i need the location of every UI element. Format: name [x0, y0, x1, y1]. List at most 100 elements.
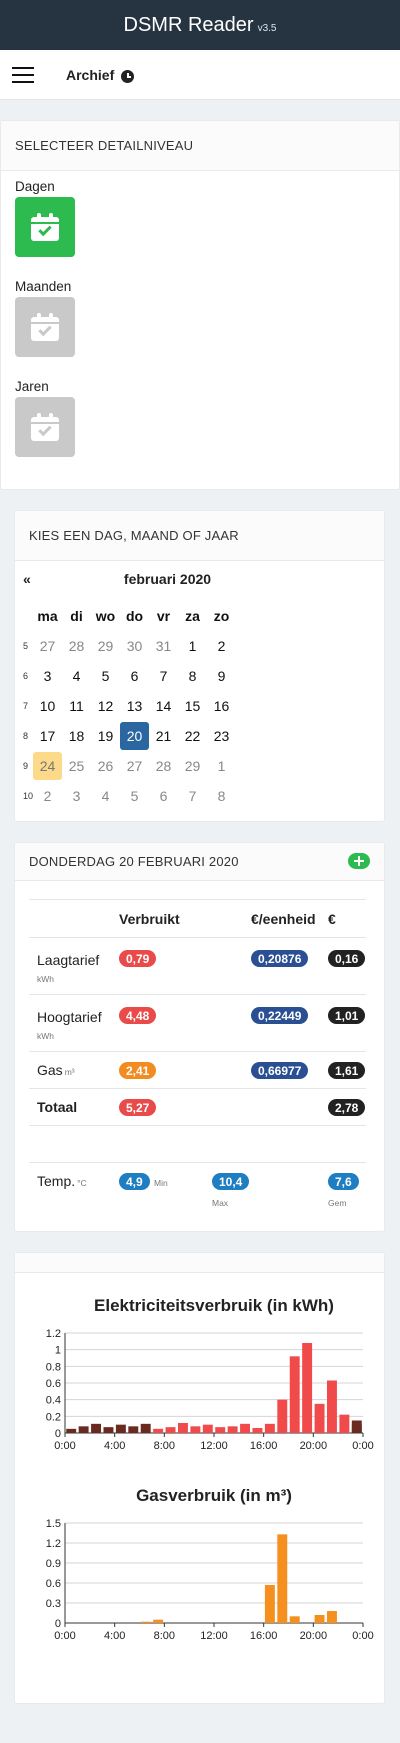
calendar-day[interactable]: 17 — [33, 722, 62, 750]
calendar-day[interactable]: 6 — [120, 662, 149, 690]
x-tick-label: 0:00 — [352, 1630, 373, 1642]
calendar-day[interactable]: 16 — [207, 692, 236, 720]
week-number: 9 — [23, 761, 29, 771]
cost-badge: 2,78 — [328, 1099, 366, 1116]
calendar-day[interactable]: 1 — [178, 632, 207, 660]
calendar-day[interactable]: 2 — [33, 782, 62, 810]
level-days-button[interactable] — [15, 197, 75, 257]
calendar-week: 7 10 11 12 13 14 15 16 — [15, 691, 236, 721]
app-title-text: DSMR Reader — [123, 13, 254, 36]
calendar-day[interactable]: 30 — [120, 632, 149, 660]
y-tick-label: 1 — [55, 1345, 61, 1357]
x-tick-label: 4:00 — [104, 1440, 125, 1452]
calendar-day[interactable]: 3 — [62, 782, 91, 810]
level-years-button[interactable] — [15, 397, 75, 457]
calendar-grid: ma di wo do vr za zo 5 27 28 29 30 31 1 … — [15, 601, 236, 811]
chart-bar — [314, 1403, 325, 1433]
day-summary-header: DONDERDAG 20 FEBRUARI 2020 — [15, 843, 384, 881]
calendar-day[interactable]: 4 — [62, 662, 91, 690]
calendar-day[interactable]: 18 — [62, 722, 91, 750]
row-label: Laagtarief — [37, 952, 100, 968]
calendar-day[interactable]: 14 — [149, 692, 178, 720]
calendar-day[interactable]: 10 — [33, 692, 62, 720]
spacer-row — [29, 1125, 366, 1162]
calendar-day[interactable]: 1 — [207, 752, 236, 780]
usage-table: Verbruikt €/eenheid € Laagtarief kWh 0,7… — [29, 899, 366, 1222]
chart-bar — [91, 1423, 102, 1433]
chart-bar — [153, 1428, 164, 1433]
add-icon[interactable] — [348, 853, 370, 869]
chart-bar — [202, 1424, 213, 1433]
chart-bar — [165, 1427, 176, 1433]
week-number: 6 — [23, 671, 29, 681]
y-tick-label: 0 — [55, 1428, 61, 1440]
calendar-day[interactable]: 6 — [149, 782, 178, 810]
calendar-day[interactable]: 28 — [149, 752, 178, 780]
calendar-day[interactable]: 22 — [178, 722, 207, 750]
x-tick-label: 12:00 — [200, 1630, 228, 1642]
y-tick-label: 1.5 — [46, 1518, 61, 1530]
price-badge: 0,22449 — [251, 1007, 309, 1024]
app-header: DSMR Reader v3.5 — [0, 0, 400, 50]
calendar-day[interactable]: 29 — [178, 752, 207, 780]
calendar-month: februari 2020 — [123, 571, 212, 587]
y-tick-label: 0.4 — [46, 1395, 61, 1407]
price-badge: 0,20876 — [251, 950, 309, 967]
level-label-years: Jaren — [15, 379, 49, 394]
price-badge: 0,66977 — [251, 1062, 309, 1079]
calendar-day[interactable]: 7 — [178, 782, 207, 810]
calendar-day[interactable]: 9 — [207, 662, 236, 690]
calendar-day[interactable]: 7 — [149, 662, 178, 690]
calendar-day[interactable]: 26 — [91, 752, 120, 780]
row-unit: °C — [77, 1178, 87, 1188]
app-title: DSMR Reader v3.5 — [124, 14, 277, 37]
x-tick-label: 20:00 — [300, 1440, 328, 1452]
level-months-button[interactable] — [15, 297, 75, 357]
calendar-day[interactable]: 8 — [207, 782, 236, 810]
calendar-day[interactable]: 5 — [91, 662, 120, 690]
calendar-day[interactable]: 23 — [207, 722, 236, 750]
chart-bar — [339, 1414, 350, 1433]
chart-bar — [128, 1426, 139, 1433]
temp-min-badge: 4,9 — [119, 1173, 150, 1190]
temperature-row: Temp. °C 4,9 Min 10,4 Max 7,6 Gem — [29, 1162, 366, 1222]
calendar-day[interactable]: 4 — [91, 782, 120, 810]
week-number: 8 — [23, 731, 29, 741]
x-tick-label: 16:00 — [250, 1440, 278, 1452]
calendar-day-today[interactable]: 24 — [33, 752, 62, 780]
calendar-day[interactable]: 13 — [120, 692, 149, 720]
weekday: ma — [37, 608, 58, 624]
calendar-day[interactable]: 19 — [91, 722, 120, 750]
chart-bar — [277, 1534, 288, 1623]
calendar-card: KIES EEN DAG, MAAND OF JAAR « februari 2… — [14, 510, 385, 822]
chart-bar — [326, 1380, 337, 1433]
calendar-day[interactable]: 3 — [33, 662, 62, 690]
row-unit: kWh — [37, 1031, 54, 1041]
calendar-day[interactable]: 21 — [149, 722, 178, 750]
calendar-day[interactable]: 8 — [178, 662, 207, 690]
calendar-check-icon — [31, 213, 59, 241]
row-label: Gas m³ — [37, 1062, 75, 1078]
chart-bar — [190, 1426, 201, 1433]
day-summary-card: DONDERDAG 20 FEBRUARI 2020 Verbruikt €/e… — [14, 842, 385, 1232]
calendar-day[interactable]: 27 — [33, 632, 62, 660]
calendar-day[interactable]: 12 — [91, 692, 120, 720]
calendar-day[interactable]: 31 — [149, 632, 178, 660]
calendar-day[interactable]: 2 — [207, 632, 236, 660]
calendar-day-selected[interactable]: 20 — [120, 722, 149, 750]
calendar-day[interactable]: 25 — [62, 752, 91, 780]
calendar-day[interactable]: 28 — [62, 632, 91, 660]
level-label-months: Maanden — [15, 279, 72, 294]
x-tick-label: 12:00 — [200, 1440, 228, 1452]
calendar-day[interactable]: 29 — [91, 632, 120, 660]
charts-card-header — [15, 1253, 384, 1273]
calendar-day[interactable]: 11 — [62, 692, 91, 720]
menu-icon[interactable] — [12, 66, 34, 83]
chart-title: Elektriciteitsverbruik (in kWh) — [94, 1296, 334, 1315]
page-title: Archief — [66, 66, 115, 83]
calendar-day[interactable]: 5 — [120, 782, 149, 810]
chart-bar — [277, 1399, 288, 1433]
calendar-day[interactable]: 27 — [120, 752, 149, 780]
calendar-day[interactable]: 15 — [178, 692, 207, 720]
chart-bar — [103, 1427, 114, 1433]
